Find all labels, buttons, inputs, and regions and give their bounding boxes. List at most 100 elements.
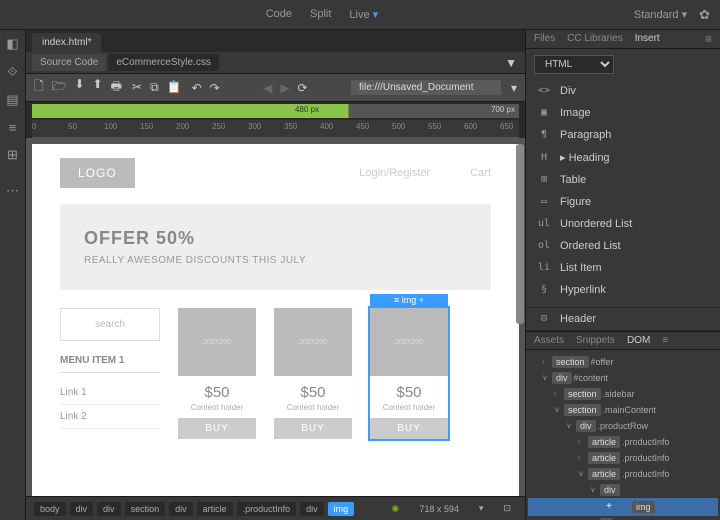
- insert-category-select[interactable]: HTML: [534, 55, 614, 74]
- tab-index[interactable]: index.html*: [32, 33, 101, 52]
- copy-icon[interactable]: ⧉: [150, 80, 159, 95]
- product-content: Content holder: [370, 403, 448, 412]
- nav-cart[interactable]: Cart: [470, 167, 491, 179]
- panel-tabs: Files CC Libraries Insert ≡: [526, 30, 720, 49]
- media-query-bar[interactable]: 480 px 700 px: [32, 104, 519, 118]
- view-code[interactable]: Code: [266, 8, 292, 21]
- save-icon[interactable]: ⬇: [75, 77, 85, 98]
- dom-node[interactable]: ∨div .productRow: [528, 418, 718, 434]
- filter-icon[interactable]: ▼: [505, 56, 517, 70]
- breadcrumb-item[interactable]: article: [197, 502, 233, 516]
- sync-icon[interactable]: ✿: [699, 7, 710, 23]
- redo-icon[interactable]: ↷: [210, 81, 220, 95]
- subtab-css[interactable]: eCommerceStyle.css: [108, 54, 218, 71]
- search-box[interactable]: search: [60, 308, 160, 341]
- tool-1[interactable]: ◧: [6, 36, 18, 52]
- insert-item-icon: H: [536, 152, 552, 163]
- insert-item[interactable]: ▭Figure: [530, 191, 716, 213]
- breadcrumb-item[interactable]: section: [125, 502, 166, 516]
- menu-heading: MENU ITEM 1: [60, 355, 160, 373]
- vertical-scrollbar[interactable]: [516, 144, 524, 324]
- tab-insert[interactable]: Insert: [635, 33, 660, 44]
- product-card[interactable]: 200X200$50Content holderBUY: [178, 308, 256, 439]
- tab-snippets[interactable]: Snippets: [576, 335, 615, 346]
- view-live[interactable]: Live ▾: [349, 8, 378, 21]
- insert-item-icon: ▭: [536, 196, 552, 207]
- lower-panel-menu-icon[interactable]: ≡: [662, 335, 668, 346]
- nav-login[interactable]: Login/Register: [359, 167, 430, 179]
- nav-fwd-icon[interactable]: ▶: [280, 81, 289, 95]
- insert-item[interactable]: §Hyperlink: [530, 279, 716, 301]
- insert-item[interactable]: olOrdered List: [530, 235, 716, 257]
- breadcrumb-item[interactable]: div: [300, 502, 324, 516]
- nav-back-icon[interactable]: ◀: [263, 81, 272, 95]
- dom-node[interactable]: +img: [528, 498, 718, 516]
- insert-header[interactable]: ⊟ Header: [526, 307, 720, 331]
- product-price: $50: [370, 384, 448, 401]
- element-badge[interactable]: ≡ img +: [370, 294, 448, 306]
- menu-link-2[interactable]: Link 2: [60, 405, 160, 429]
- tool-4[interactable]: ≡: [9, 120, 17, 135]
- breadcrumb-item[interactable]: img: [328, 502, 355, 516]
- insert-item[interactable]: ulUnordered List: [530, 213, 716, 235]
- tool-more[interactable]: ⋯: [6, 183, 19, 199]
- view-split[interactable]: Split: [310, 8, 331, 21]
- tab-dom[interactable]: DOM: [627, 335, 650, 346]
- buy-button[interactable]: BUY: [178, 418, 256, 439]
- dom-node[interactable]: p .price: [528, 516, 718, 520]
- open-icon[interactable]: 🗁: [52, 77, 67, 98]
- buy-button[interactable]: BUY: [370, 418, 448, 439]
- insert-item[interactable]: ¶Paragraph: [530, 124, 716, 146]
- breadcrumb-item[interactable]: .productInfo: [237, 502, 297, 516]
- panel-menu-icon[interactable]: ≡: [705, 32, 712, 46]
- tool-3[interactable]: ▤: [6, 92, 18, 108]
- save-all-icon[interactable]: ⬆: [93, 77, 103, 98]
- reload-icon[interactable]: ⟳: [298, 81, 308, 95]
- address-bar[interactable]: file:///Unsaved_Document: [351, 80, 501, 95]
- product-price: $50: [274, 384, 352, 401]
- insert-item[interactable]: <>Div: [530, 80, 716, 102]
- breadcrumb-item[interactable]: div: [97, 502, 121, 516]
- add-node-icon[interactable]: +: [602, 500, 616, 514]
- subtab-source[interactable]: Source Code: [32, 54, 106, 71]
- tab-cc[interactable]: CC Libraries: [567, 33, 623, 44]
- product-content: Content holder: [178, 403, 256, 412]
- breadcrumb-item[interactable]: div: [169, 502, 193, 516]
- insert-item-icon: §: [536, 284, 552, 295]
- dom-node[interactable]: ›article .productInfo: [528, 450, 718, 466]
- dom-node[interactable]: ∨div #content: [528, 370, 718, 386]
- tool-5[interactable]: ⊞: [7, 147, 18, 163]
- cut-icon[interactable]: ✂: [132, 80, 142, 95]
- dom-node[interactable]: ∨article .productInfo: [528, 466, 718, 482]
- layout-dropdown[interactable]: Standard ▾: [634, 8, 687, 21]
- dom-node[interactable]: ∨section .mainContent: [528, 402, 718, 418]
- tab-files[interactable]: Files: [534, 33, 555, 44]
- dom-node[interactable]: ›section .sidebar: [528, 386, 718, 402]
- new-file-icon[interactable]: 🗋: [34, 77, 44, 98]
- breadcrumb-item[interactable]: div: [70, 502, 94, 516]
- menu-link-1[interactable]: Link 1: [60, 381, 160, 405]
- undo-icon[interactable]: ↶: [192, 81, 202, 95]
- insert-item-icon: ⊞: [536, 174, 552, 185]
- dom-node[interactable]: ›article .productInfo: [528, 434, 718, 450]
- insert-item-icon: li: [536, 262, 552, 273]
- paste-icon[interactable]: 📋: [167, 80, 182, 95]
- product-card[interactable]: ≡ img +200X200$50Content holderBUY: [370, 308, 448, 439]
- live-preview[interactable]: LOGO Login/Register Cart OFFER 50% REALL…: [32, 144, 519, 496]
- insert-item[interactable]: ⊞Table: [530, 169, 716, 191]
- dom-node[interactable]: ∨div: [528, 482, 718, 498]
- offer-banner: OFFER 50% REALLY AWESOME DISCOUNTS THIS …: [60, 204, 491, 290]
- product-image: 200X200: [274, 308, 352, 376]
- buy-button[interactable]: BUY: [274, 418, 352, 439]
- breadcrumb-item[interactable]: body: [34, 502, 66, 516]
- product-card[interactable]: 200X200$50Content holderBUY: [274, 308, 352, 439]
- insert-item[interactable]: ▣Image: [530, 102, 716, 124]
- insert-item[interactable]: liList Item: [530, 257, 716, 279]
- print-icon[interactable]: 🖶: [111, 77, 122, 98]
- dom-node[interactable]: ›section #offer: [528, 354, 718, 370]
- url-dropdown-icon[interactable]: ▾: [511, 81, 517, 95]
- insert-item[interactable]: H▸ Heading: [530, 146, 716, 169]
- tab-assets[interactable]: Assets: [534, 335, 564, 346]
- tool-2[interactable]: ⟐: [7, 64, 17, 80]
- dom-tree[interactable]: ›section #offer∨div #content›section .si…: [526, 350, 720, 520]
